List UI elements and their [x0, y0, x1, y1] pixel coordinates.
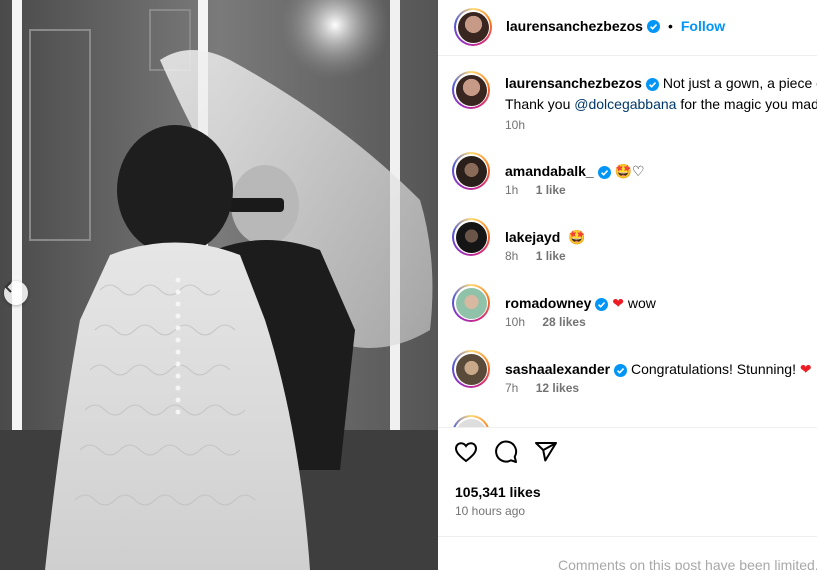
follow-button[interactable]: Follow: [681, 18, 725, 34]
comment-button[interactable]: [494, 440, 518, 464]
verified-badge-icon: [645, 77, 659, 91]
caption-rest: for the magic you mad: [680, 96, 817, 112]
wedding-photo: [0, 0, 438, 570]
chevron-left-icon: [4, 281, 12, 293]
post-photo[interactable]: [0, 0, 438, 570]
caption-time[interactable]: 10h: [505, 118, 525, 132]
caption-mention[interactable]: @dolcegabbana: [574, 96, 676, 112]
post-timestamp[interactable]: 10 hours ago: [455, 504, 525, 518]
comment-username[interactable]: lakejayd: [505, 229, 560, 245]
verified-badge-icon: [597, 165, 611, 179]
verified-badge-icon: [646, 19, 660, 33]
comments-list[interactable]: laurensanchezbezos Not just a gown, a pi…: [438, 57, 817, 427]
separator-dot: •: [667, 18, 673, 34]
author-avatar[interactable]: [454, 8, 492, 46]
comment-avatar[interactable]: [452, 218, 490, 256]
comment-avatar[interactable]: [452, 350, 490, 388]
comments-limited-notice: Comments on this post have been limited.: [438, 536, 817, 570]
post-header: laurensanchezbezos • Follow: [438, 0, 817, 56]
comment-avatar[interactable]: [452, 284, 490, 322]
comment-time[interactable]: 10h: [505, 315, 525, 329]
comment-time[interactable]: 7h: [505, 381, 518, 395]
comment-avatar[interactable]: [452, 415, 490, 427]
speech-bubble-icon: [495, 440, 518, 463]
comment-likes[interactable]: 1 like: [536, 249, 566, 263]
comment-emoji: 🤩: [568, 229, 586, 245]
verified-badge-icon: [595, 297, 609, 311]
comment-likes[interactable]: 12 likes: [536, 381, 579, 395]
comment-time[interactable]: 1h: [505, 183, 518, 197]
actions-divider: [438, 427, 817, 428]
comment-likes[interactable]: 28 likes: [542, 315, 585, 329]
comment-username[interactable]: romadowney: [505, 295, 591, 311]
comment-avatar[interactable]: [452, 152, 490, 190]
caption-username[interactable]: laurensanchezbezos: [505, 75, 642, 91]
post-sidebar: laurensanchezbezos • Follow laurensanche…: [438, 0, 817, 570]
caption-avatar[interactable]: [452, 71, 490, 109]
comment-text: Congratulations! Stunning!: [630, 361, 796, 377]
comment-emoji: ❤: [799, 361, 812, 377]
heart-outline-icon: [454, 442, 478, 463]
previous-photo-button[interactable]: [4, 281, 28, 305]
comment-emoji: 🤩♡: [614, 163, 645, 179]
comment-username[interactable]: sashaalexander: [505, 361, 610, 377]
author-username[interactable]: laurensanchezbezos: [506, 18, 643, 34]
comment-username[interactable]: amandabalk_: [505, 163, 594, 179]
paper-plane-icon: [535, 442, 557, 462]
caption-thanks: Thank you: [505, 96, 571, 112]
share-button[interactable]: [534, 440, 558, 464]
comment-time[interactable]: 8h: [505, 249, 518, 263]
comment-emoji: ❤: [612, 295, 624, 311]
comment-likes[interactable]: 1 like: [536, 183, 566, 197]
comment-text: wow: [627, 295, 656, 311]
verified-badge-icon: [614, 363, 628, 377]
likes-count[interactable]: 105,341 likes: [455, 484, 541, 500]
post-actions: [454, 440, 558, 464]
caption-text: Not just a gown, a piece of: [662, 75, 817, 91]
like-button[interactable]: [454, 440, 478, 464]
